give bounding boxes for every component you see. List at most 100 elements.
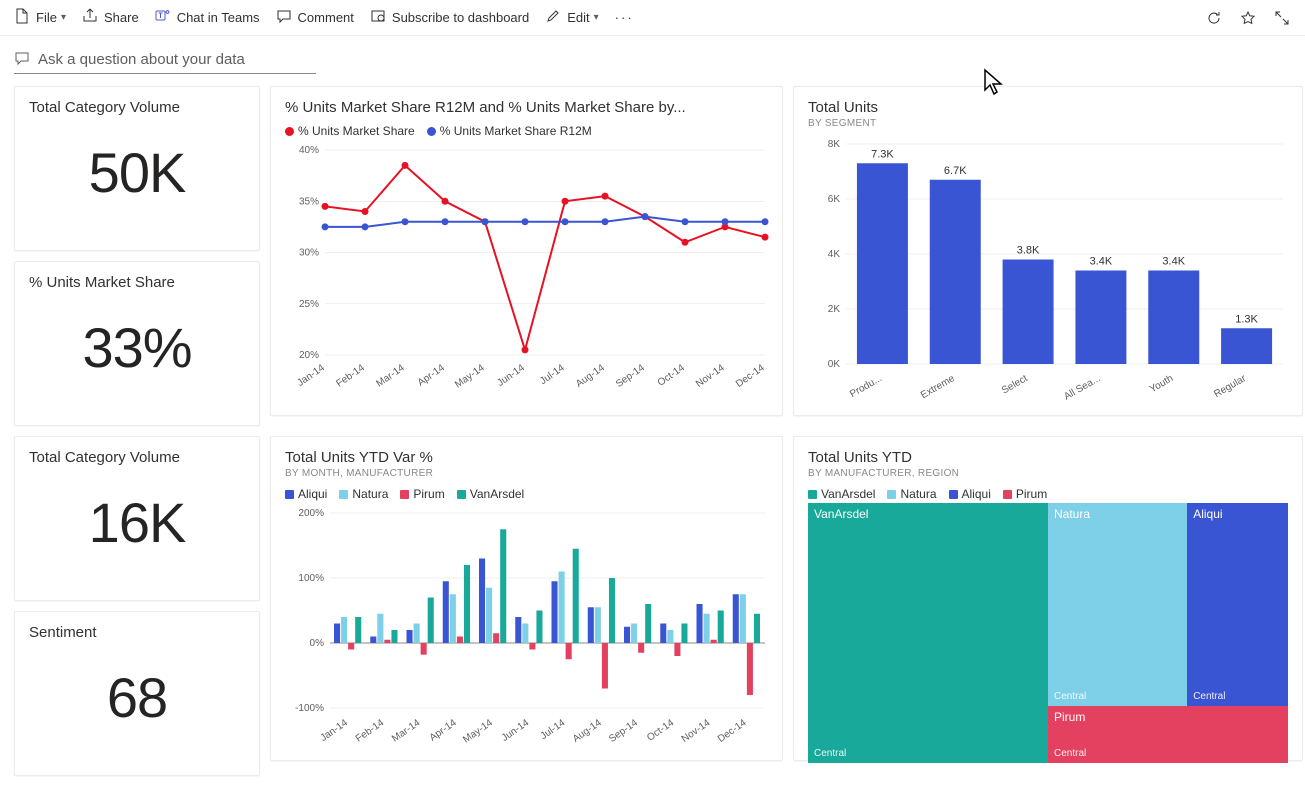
svg-text:May-14: May-14 bbox=[461, 717, 495, 745]
legend-label: VanArsdel bbox=[470, 487, 524, 501]
file-menu[interactable]: File ▾ bbox=[14, 8, 66, 27]
line-chart-tile[interactable]: % Units Market Share R12M and % Units Ma… bbox=[270, 86, 783, 416]
svg-text:4K: 4K bbox=[828, 249, 841, 260]
svg-text:Nov-14: Nov-14 bbox=[694, 362, 727, 390]
bar-segment-tile[interactable]: Total Units BY SEGMENT 0K2K4K6K8K7.3KPro… bbox=[793, 86, 1303, 416]
treemap-rect-natura[interactable]: Natura Central bbox=[1048, 503, 1187, 706]
kpi-value: 50K bbox=[29, 118, 245, 205]
chart-title: % Units Market Share R12M and % Units Ma… bbox=[285, 99, 768, 116]
legend-label: Aliqui bbox=[298, 487, 327, 501]
chart-subtitle: BY MONTH, MANUFACTURER bbox=[285, 468, 768, 479]
subscribe-label: Subscribe to dashboard bbox=[392, 10, 529, 25]
kpi-value: 16K bbox=[29, 468, 245, 555]
chart-title: Total Units YTD bbox=[808, 449, 1288, 466]
svg-text:Jul-14: Jul-14 bbox=[539, 717, 568, 742]
svg-text:Aug-14: Aug-14 bbox=[574, 362, 607, 390]
chart-title: Total Units YTD Var % bbox=[285, 449, 768, 466]
svg-text:25%: 25% bbox=[299, 299, 319, 310]
chat-label: Chat in Teams bbox=[177, 10, 260, 25]
treemap-rect-vanarsdel[interactable]: VanArsdel Central bbox=[808, 503, 1048, 763]
svg-text:Youth: Youth bbox=[1148, 373, 1175, 395]
file-label: File bbox=[36, 10, 57, 25]
clustered-bar-tile[interactable]: Total Units YTD Var % BY MONTH, MANUFACT… bbox=[270, 436, 783, 761]
edit-menu[interactable]: Edit ▾ bbox=[545, 8, 598, 27]
clustered-bar-chart: -100%0%100%200%Jan-14Feb-14Mar-14Apr-14M… bbox=[285, 503, 775, 753]
legend-marker bbox=[427, 127, 436, 136]
legend-marker bbox=[887, 490, 896, 499]
svg-text:0K: 0K bbox=[828, 359, 841, 370]
svg-text:Nov-14: Nov-14 bbox=[680, 717, 713, 745]
svg-text:Dec-14: Dec-14 bbox=[716, 717, 749, 745]
top-toolbar: File ▾ Share Chat in Teams Comment Subsc… bbox=[0, 0, 1305, 36]
edit-icon bbox=[545, 8, 561, 27]
qna-icon bbox=[14, 50, 30, 69]
legend-marker bbox=[339, 490, 348, 499]
dashboard-grid: Total Category Volume 50K % Units Market… bbox=[0, 74, 1305, 788]
kpi-tile[interactable]: Total Category Volume 16K bbox=[14, 436, 260, 601]
qna-input[interactable]: Ask a question about your data bbox=[14, 46, 316, 74]
share-button[interactable]: Share bbox=[82, 8, 139, 27]
svg-text:Aug-14: Aug-14 bbox=[571, 717, 604, 745]
svg-text:2K: 2K bbox=[828, 304, 841, 315]
comment-button[interactable]: Comment bbox=[276, 8, 354, 27]
svg-text:Dec-14: Dec-14 bbox=[734, 362, 767, 390]
kpi-tile[interactable]: Total Category Volume 50K bbox=[14, 86, 260, 251]
svg-text:Select: Select bbox=[1000, 373, 1030, 397]
svg-text:Regular: Regular bbox=[1212, 373, 1248, 400]
treemap-rect-aliqui[interactable]: Aliqui Central bbox=[1187, 503, 1288, 706]
svg-text:20%: 20% bbox=[299, 350, 319, 361]
treemap-label: VanArsdel bbox=[814, 507, 868, 521]
legend-label: Pirum bbox=[413, 487, 444, 501]
teams-icon bbox=[155, 8, 171, 27]
chevron-down-icon: ▾ bbox=[594, 12, 599, 23]
svg-text:30%: 30% bbox=[299, 248, 319, 259]
legend-label: % Units Market Share R12M bbox=[440, 124, 592, 138]
svg-text:Mar-14: Mar-14 bbox=[374, 362, 407, 389]
chat-teams-button[interactable]: Chat in Teams bbox=[155, 8, 260, 27]
more-options[interactable]: ··· bbox=[615, 10, 634, 25]
treemap-tile[interactable]: Total Units YTD BY MANUFACTURER, REGION … bbox=[793, 436, 1303, 761]
legend-label: % Units Market Share bbox=[298, 124, 415, 138]
svg-text:0%: 0% bbox=[310, 638, 325, 649]
kpi-title: % Units Market Share bbox=[29, 274, 245, 291]
refresh-button[interactable] bbox=[1205, 9, 1223, 27]
svg-text:Oct-14: Oct-14 bbox=[656, 362, 687, 388]
qna-placeholder: Ask a question about your data bbox=[38, 51, 245, 68]
kpi-title: Total Category Volume bbox=[29, 99, 245, 116]
svg-text:Oct-14: Oct-14 bbox=[645, 717, 676, 743]
comment-label: Comment bbox=[298, 10, 354, 25]
svg-text:Sep-14: Sep-14 bbox=[614, 362, 647, 390]
treemap-label: Natura bbox=[1054, 507, 1090, 521]
chart-legend: VanArsdel Natura Aliqui Pirum bbox=[808, 487, 1288, 501]
line-chart: 20%25%30%35%40%Jan-14Feb-14Mar-14Apr-14M… bbox=[285, 140, 775, 400]
svg-text:3.4K: 3.4K bbox=[1090, 256, 1113, 268]
treemap-rect-pirum[interactable]: Pirum Central bbox=[1048, 706, 1288, 763]
legend-marker bbox=[1003, 490, 1012, 499]
subscribe-button[interactable]: Subscribe to dashboard bbox=[370, 8, 529, 27]
svg-text:Extreme: Extreme bbox=[919, 373, 957, 401]
svg-text:Jan-14: Jan-14 bbox=[295, 362, 327, 389]
favorite-button[interactable] bbox=[1239, 9, 1257, 27]
treemap-sublabel: Central bbox=[814, 748, 846, 759]
svg-text:6K: 6K bbox=[828, 194, 841, 205]
chart-legend: % Units Market Share % Units Market Shar… bbox=[285, 124, 768, 138]
chart-subtitle: BY SEGMENT bbox=[808, 118, 1288, 129]
kpi-tile[interactable]: Sentiment 68 bbox=[14, 611, 260, 776]
chart-legend: Aliqui Natura Pirum VanArsdel bbox=[285, 487, 768, 501]
treemap-sublabel: Central bbox=[1193, 691, 1225, 702]
svg-text:May-14: May-14 bbox=[453, 362, 487, 390]
treemap-chart: VanArsdel Central Natura Central Aliqui … bbox=[808, 503, 1288, 763]
svg-text:All Sea...: All Sea... bbox=[1062, 373, 1102, 403]
edit-label: Edit bbox=[567, 10, 589, 25]
fullscreen-button[interactable] bbox=[1273, 9, 1291, 27]
share-icon bbox=[82, 8, 98, 27]
svg-text:Jul-14: Jul-14 bbox=[538, 362, 567, 387]
legend-label: Natura bbox=[352, 487, 388, 501]
svg-text:3.4K: 3.4K bbox=[1162, 256, 1185, 268]
svg-text:200%: 200% bbox=[298, 508, 324, 519]
legend-marker bbox=[285, 127, 294, 136]
svg-text:6.7K: 6.7K bbox=[944, 165, 967, 177]
kpi-tile[interactable]: % Units Market Share 33% bbox=[14, 261, 260, 426]
svg-text:3.8K: 3.8K bbox=[1017, 245, 1040, 257]
svg-text:Feb-14: Feb-14 bbox=[334, 362, 367, 389]
